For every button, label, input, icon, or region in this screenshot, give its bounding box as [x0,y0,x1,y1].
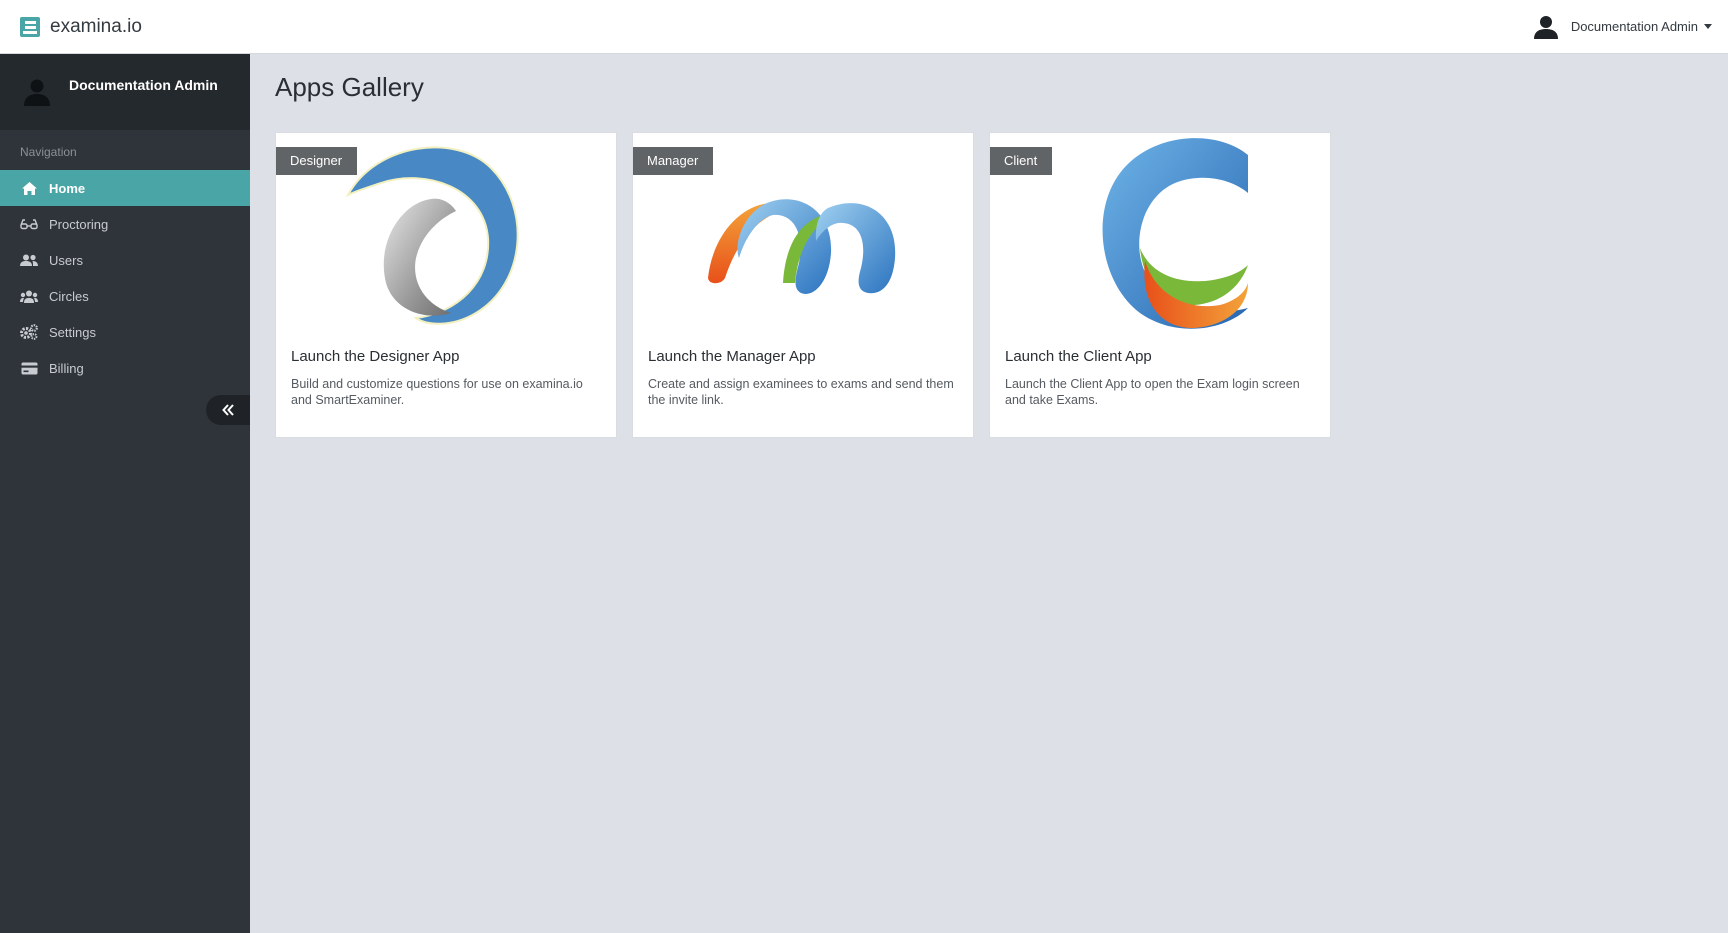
circles-icon [20,287,38,305]
sidebar-item-label: Users [49,252,83,268]
sidebar-item-label: Proctoring [49,216,109,232]
user-menu-name: Documentation Admin [1570,19,1698,34]
nav-heading: Navigation [20,145,77,159]
brand-name: examina.io [50,15,142,37]
sidebar-item-users[interactable]: Users [0,242,250,278]
avatar [24,79,50,106]
card-tag: Client [990,147,1053,175]
sidebar-item-label: Home [49,180,86,196]
sidebar-item-settings[interactable]: Settings [0,314,250,350]
manager-app-card[interactable]: Manager Launch the Manager App Create an… [632,132,974,438]
sidebar-item-home[interactable]: Home [0,170,250,206]
user-icon [1533,15,1558,39]
brand[interactable]: examina.io [20,16,142,38]
collapse-sidebar-button[interactable] [206,395,250,425]
users-icon [20,251,38,269]
sidebar-item-label: Settings [49,324,96,340]
card-title: Launch the Manager App [648,348,816,365]
apps-gallery: Designer Launch the Designer App Build a… [275,132,1331,438]
double-chevron-left-icon [222,404,234,416]
sidebar-item-billing[interactable]: Billing [0,350,250,386]
sidebar-profile: Documentation Admin [0,54,250,130]
card-title: Launch the Client App [1005,348,1152,365]
sidebar-item-label: Billing [49,360,84,376]
card-description: Create and assign examinees to exams and… [648,377,954,407]
sidebar-item-label: Circles [49,288,89,304]
main-content: Apps Gallery Designer Launch the Designe… [250,54,1728,933]
sidebar: Documentation Admin Navigation Home Proc… [0,54,250,933]
sidebar-item-circles[interactable]: Circles [0,278,250,314]
client-app-card[interactable]: Client Launch the Client App Launch the … [989,132,1331,438]
gears-icon [20,323,38,341]
profile-name: Documentation Admin [69,77,218,93]
credit-card-icon [20,359,38,377]
card-tag: Designer [276,147,358,175]
designer-app-card[interactable]: Designer Launch the Designer App Build a… [275,132,617,438]
sidebar-item-proctoring[interactable]: Proctoring [0,206,250,242]
top-bar: examina.io Documentation Admin [0,0,1728,54]
card-description: Launch the Client App to open the Exam l… [1005,377,1300,407]
card-tag: Manager [633,147,714,175]
user-menu[interactable]: Documentation Admin [1533,14,1712,40]
glasses-icon [20,215,38,233]
home-icon [20,179,38,197]
card-title: Launch the Designer App [291,348,460,365]
card-description: Build and customize questions for use on… [291,377,583,407]
chevron-down-icon [1704,24,1712,29]
page-title: Apps Gallery [275,72,424,102]
brand-logo-icon [20,16,40,37]
